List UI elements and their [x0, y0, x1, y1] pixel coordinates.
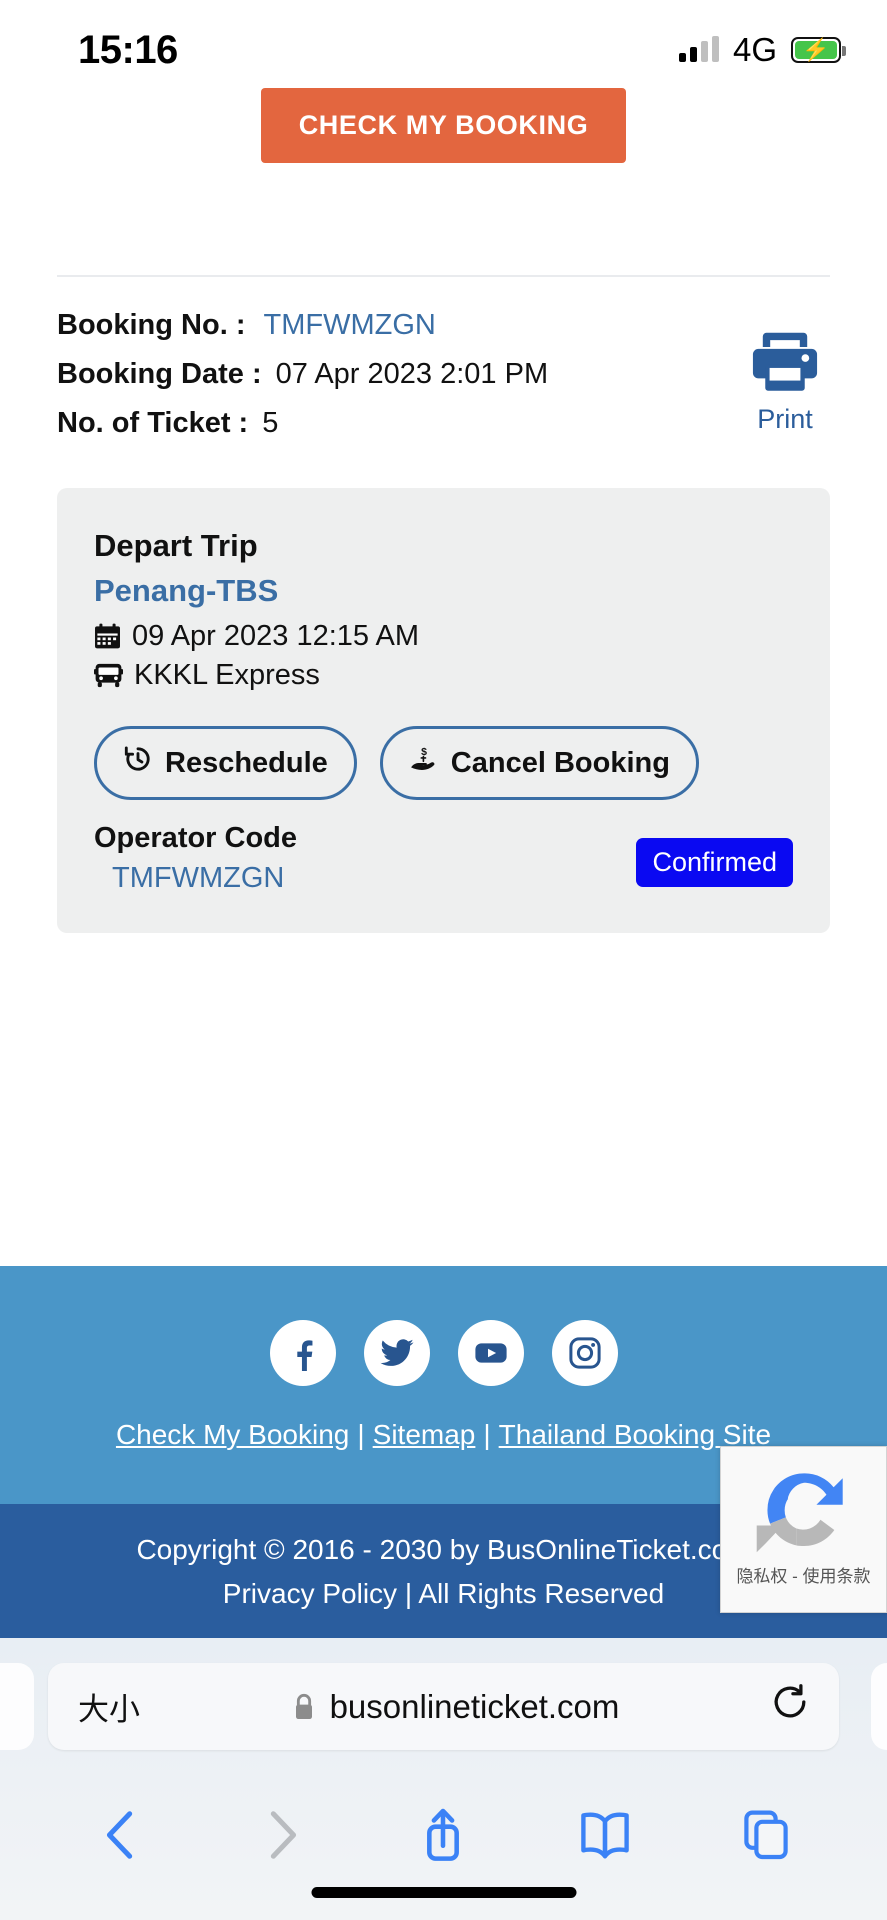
footer-links: Check My Booking | Sitemap | Thailand Bookin…: [116, 1419, 771, 1451]
footer-link-separator-1: |: [357, 1418, 365, 1450]
ticket-count-label: No. of Ticket :: [57, 407, 249, 439]
tabs-button[interactable]: [726, 1795, 806, 1875]
check-my-booking-button[interactable]: CHECK MY BOOKING: [260, 88, 627, 163]
printer-icon: [752, 332, 818, 391]
footer-link-sitemap[interactable]: Sitemap: [373, 1419, 476, 1450]
copyright-second-line: Privacy Policy | All Rights Reserved: [222, 1578, 665, 1609]
network-type-label: 4G: [732, 31, 777, 68]
trip-route-link[interactable]: Penang-TBS: [94, 573, 793, 609]
booking-date-row: Booking Date : 07 Apr 2023 2:01 PM: [57, 358, 830, 391]
operator-code-value: TMFWMZGN: [112, 862, 285, 894]
browser-chrome: 大小 busonlineticket.com: [0, 1638, 887, 1920]
depart-trip-card: Depart Trip Penang-TBS 09 Apr 2023 12:15…: [57, 488, 830, 933]
youtube-link[interactable]: [457, 1319, 524, 1386]
chevron-right-icon: [270, 1811, 297, 1859]
booking-date-value: 07 Apr 2023 2:01 PM: [275, 358, 549, 390]
share-button[interactable]: [403, 1795, 483, 1875]
booking-details-section: Booking No. : TMFWMZGN Booking Date : 07…: [0, 275, 887, 933]
next-tab-peek[interactable]: [871, 1663, 887, 1750]
booking-no-value[interactable]: TMFWMZGN: [263, 309, 435, 342]
trip-title: Depart Trip: [94, 528, 258, 563]
footer-link-separator-2: |: [483, 1418, 491, 1450]
previous-tab-peek[interactable]: [0, 1663, 34, 1750]
back-button[interactable]: [81, 1795, 161, 1875]
browser-toolbar: [0, 1780, 887, 1890]
trip-operator-name: KKKL Express: [134, 659, 320, 691]
bookmarks-button[interactable]: [565, 1795, 645, 1875]
book-icon: [581, 1812, 629, 1859]
calendar-icon: [94, 623, 121, 650]
status-bar: 15:16 4G ⚡: [0, 0, 887, 82]
copyright-text: Copyright © 2016 - 2030 by BusOnlineTick…: [136, 1534, 751, 1565]
address-bar[interactable]: 大小 busonlineticket.com: [48, 1663, 839, 1750]
text-size-label: 大小: [78, 1692, 140, 1727]
share-icon: [427, 1808, 460, 1861]
booking-info-block: Booking No. : TMFWMZGN Booking Date : 07…: [0, 309, 887, 440]
ticket-count-value: 5: [262, 407, 279, 439]
battery-charging-icon: ⚡: [791, 37, 846, 63]
chevron-left-icon: [106, 1811, 132, 1859]
trip-datetime-row: 09 Apr 2023 12:15 AM: [94, 620, 793, 653]
instagram-icon: [568, 1336, 601, 1369]
booking-no-label: Booking No. :: [57, 309, 246, 341]
reschedule-label: Reschedule: [165, 746, 328, 779]
reload-icon: [774, 1684, 806, 1718]
status-time: 15:16: [78, 27, 178, 72]
youtube-icon: [474, 1342, 507, 1363]
trip-operator-row: KKKL Express: [94, 659, 793, 692]
status-badge: Confirmed: [636, 838, 793, 887]
signal-bars-icon: [678, 36, 719, 62]
url-display[interactable]: busonlineticket.com: [140, 1688, 771, 1726]
operator-code-block: Operator Code TMFWMZGN: [94, 822, 297, 895]
text-size-button[interactable]: 大小: [78, 1684, 140, 1729]
clock-rewind-icon: [123, 744, 153, 782]
facebook-link[interactable]: [269, 1319, 336, 1386]
cancel-booking-label: Cancel Booking: [450, 746, 670, 779]
trip-datetime: 09 Apr 2023 12:15 AM: [132, 620, 419, 652]
twitter-icon: [380, 1338, 413, 1366]
cancel-booking-button[interactable]: $ Cancel Booking: [379, 726, 699, 800]
booking-no-row: Booking No. : TMFWMZGN: [57, 309, 830, 342]
url-text: busonlineticket.com: [329, 1687, 620, 1725]
reschedule-button[interactable]: Reschedule: [94, 726, 357, 800]
section-divider: [57, 275, 830, 277]
recaptcha-text: 隐私权 - 使用条款: [736, 1567, 871, 1586]
booking-date-label: Booking Date :: [57, 358, 262, 390]
operator-code-title: Operator Code: [94, 822, 298, 854]
trip-action-buttons: Reschedule $ Cancel Booking: [94, 726, 793, 800]
lock-icon: [295, 1693, 312, 1719]
tabs-icon: [744, 1810, 788, 1860]
recaptcha-badge[interactable]: 隐私权 - 使用条款: [720, 1446, 887, 1613]
cta-container: CHECK MY BOOKING: [0, 88, 887, 163]
facebook-icon: [296, 1339, 312, 1371]
ticket-count-row: No. of Ticket : 5: [57, 407, 830, 440]
mobile-screen: 15:16 4G ⚡ CHECK MY BOOKING Booking No. …: [0, 0, 887, 1920]
twitter-link[interactable]: [363, 1319, 430, 1386]
social-links: [269, 1319, 618, 1386]
footer-link-check-my-booking[interactable]: Check My Booking: [116, 1419, 349, 1450]
print-label: Print: [757, 404, 813, 434]
bus-icon: [94, 662, 123, 689]
recaptcha-icon: [756, 1473, 843, 1553]
reload-button[interactable]: [771, 1683, 809, 1730]
home-indicator: [311, 1887, 576, 1898]
footer-link-thailand-booking-site[interactable]: Thailand Booking Site: [499, 1419, 771, 1450]
instagram-link[interactable]: [551, 1319, 618, 1386]
forward-button[interactable]: [242, 1795, 322, 1875]
hand-money-icon: $: [409, 744, 439, 782]
print-button[interactable]: Print: [730, 329, 840, 435]
status-indicators: 4G ⚡: [678, 31, 846, 69]
operator-code-row: Operator Code TMFWMZGN Confirmed: [94, 822, 793, 895]
